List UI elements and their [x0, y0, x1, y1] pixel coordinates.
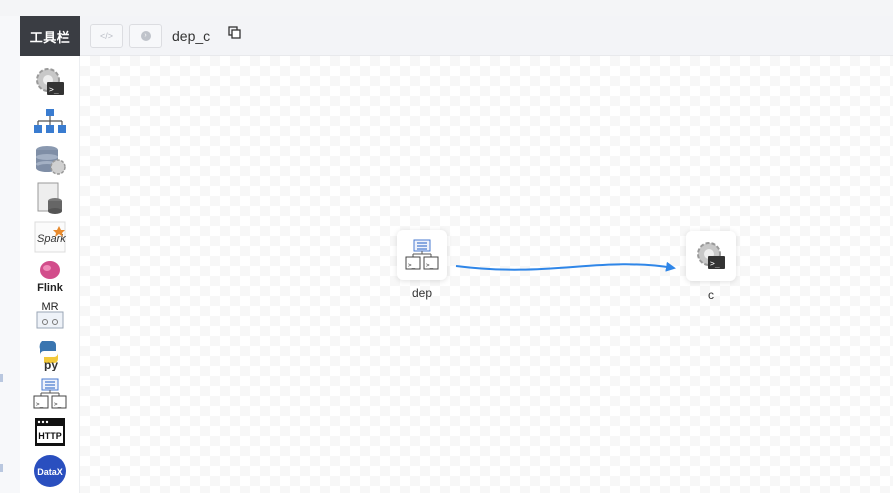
svg-text:>_: >_	[710, 259, 720, 268]
datax-icon: DataX	[34, 455, 66, 487]
tool-procedure[interactable]	[32, 142, 68, 178]
workflow-canvas[interactable]: >_ >_ dep >_ c	[80, 56, 893, 493]
tool-dependent[interactable]: >_ >_	[32, 376, 68, 412]
database-gear-icon	[36, 146, 66, 175]
gear-terminal-icon: >_	[697, 242, 725, 269]
toolbar-title: 工具栏	[20, 16, 80, 56]
task-node-dep[interactable]: >_ >_	[397, 230, 447, 280]
svg-text:>_: >_	[426, 262, 434, 269]
python-text: py	[44, 358, 58, 371]
tool-sidebar: >_ Spark Flink MR py >_ >_ HTTP DataX	[20, 56, 80, 493]
dependent-icon: >_ >_	[33, 378, 67, 409]
task-node-label-dep: dep	[411, 286, 433, 300]
tool-python[interactable]: py	[32, 336, 68, 372]
code-view-button[interactable]: </>	[90, 24, 123, 48]
hierarchy-icon	[34, 109, 66, 133]
circle-arrow-icon: ›	[140, 31, 151, 41]
tool-sub-process[interactable]	[32, 104, 68, 140]
copy-icon[interactable]	[228, 26, 242, 40]
workflow-editor: 工具栏 </> › dep_c >_ Spark Flink MR py >_ …	[0, 0, 893, 493]
top-strip	[0, 0, 893, 16]
task-node-c[interactable]: >_	[686, 231, 736, 281]
tool-sql[interactable]	[32, 180, 68, 216]
tool-http[interactable]: HTTP	[32, 414, 68, 450]
dependency-edge[interactable]	[80, 56, 893, 493]
flink-text: Flink	[37, 282, 64, 293]
svg-text:>_: >_	[49, 85, 59, 94]
svg-text:>_: >_	[36, 401, 44, 408]
flink-icon: Flink	[37, 261, 64, 293]
http-text: HTTP	[38, 431, 62, 441]
mr-text: MR	[41, 301, 58, 313]
flow-name: dep_c	[172, 28, 211, 44]
spark-icon: Spark	[34, 221, 66, 253]
left-strip-marker	[0, 464, 3, 472]
svg-text:>_: >_	[54, 401, 62, 408]
code-icon: </>	[99, 31, 113, 41]
datax-text: DataX	[37, 467, 63, 477]
mapreduce-icon: MR	[36, 301, 64, 329]
tool-shell[interactable]: >_	[32, 64, 68, 100]
tool-spark[interactable]: Spark	[32, 219, 68, 255]
svg-text:>_: >_	[408, 262, 416, 269]
dependent-icon: >_ >_	[405, 239, 439, 270]
editor-topbar: </> › dep_c	[80, 16, 893, 56]
tool-flink[interactable]: Flink	[32, 257, 68, 293]
next-button[interactable]: ›	[129, 24, 162, 48]
left-strip-marker	[0, 374, 3, 382]
tool-mr[interactable]: MR	[32, 297, 68, 333]
document-database-icon	[37, 182, 62, 214]
http-icon: HTTP	[35, 418, 65, 446]
left-strip	[0, 16, 20, 493]
python-icon: py	[39, 341, 58, 371]
task-node-label-c: c	[708, 288, 714, 302]
gear-terminal-icon: >_	[36, 68, 64, 95]
tool-datax[interactable]: DataX	[32, 453, 68, 489]
